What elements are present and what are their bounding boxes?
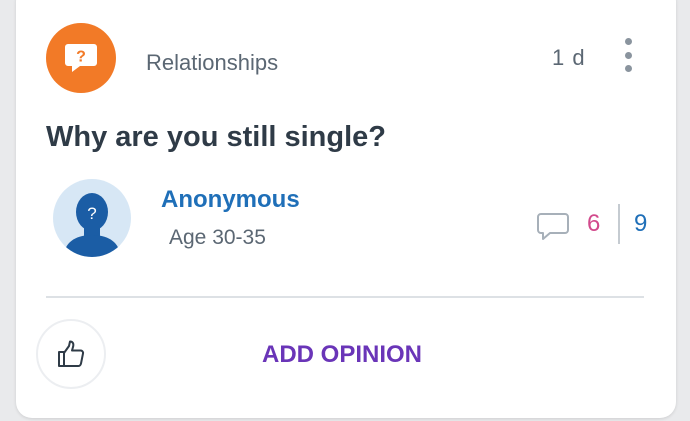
- question-mark-icon: ?: [65, 44, 97, 72]
- category-icon[interactable]: ?: [46, 23, 116, 93]
- anonymous-avatar-icon: ?: [63, 193, 121, 257]
- avatar[interactable]: ?: [53, 179, 131, 257]
- more-options-icon[interactable]: [616, 38, 640, 72]
- author-age: Age 30-35: [169, 226, 266, 249]
- like-button[interactable]: [36, 319, 106, 389]
- add-opinion-button[interactable]: ADD OPINION: [262, 341, 422, 369]
- stats-divider: [618, 204, 620, 244]
- question-card: ? Relationships 1 d Why are you still si…: [16, 0, 676, 418]
- card-divider: [46, 296, 644, 298]
- thumbs-up-icon: [58, 340, 85, 367]
- svg-text:?: ?: [76, 49, 86, 66]
- post-time: 1 d: [552, 45, 586, 70]
- question-title[interactable]: Why are you still single?: [46, 121, 386, 154]
- svg-text:?: ?: [87, 204, 96, 223]
- category-label[interactable]: Relationships: [146, 50, 278, 76]
- author-name[interactable]: Anonymous: [161, 186, 300, 214]
- opinion-count: 6: [587, 210, 601, 237]
- reply-count: 9: [634, 210, 648, 237]
- comment-icon: [537, 213, 569, 240]
